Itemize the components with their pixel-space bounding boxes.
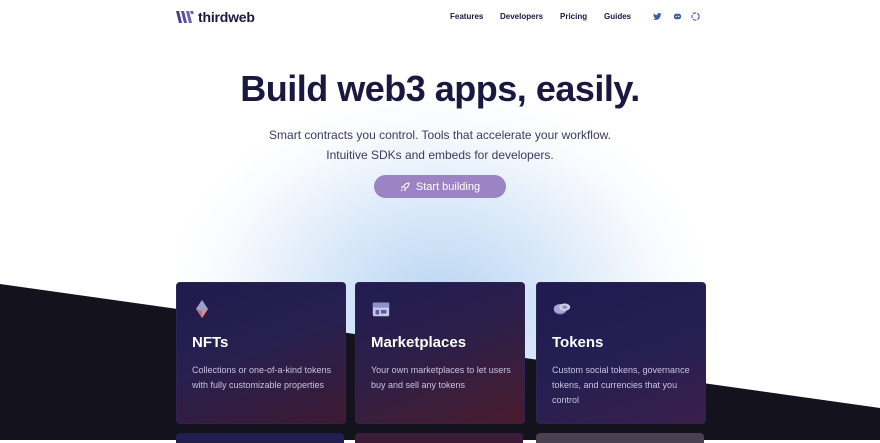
next-card-peek bbox=[536, 433, 704, 443]
hero-title: Build web3 apps, easily. bbox=[240, 68, 640, 109]
card-title: Marketplaces bbox=[371, 334, 467, 351]
nav-link-features[interactable]: Features bbox=[450, 12, 483, 21]
card-description: Collections or one-of-a-kind tokens with… bbox=[192, 365, 332, 390]
start-building-button[interactable]: Start building bbox=[374, 175, 506, 198]
nav-link-pricing[interactable]: Pricing bbox=[560, 12, 587, 21]
hero-subtitle-line-2: Intuitive SDKs and embeds for developers… bbox=[326, 148, 554, 162]
brand-logo[interactable]: thirdweb bbox=[176, 9, 255, 25]
nav-link-developers[interactable]: Developers bbox=[500, 12, 543, 21]
nft-icon bbox=[196, 300, 208, 318]
card-title: NFTs bbox=[192, 334, 229, 351]
card-description: Your own marketplaces to let users buy a… bbox=[371, 365, 511, 390]
brand-name: thirdweb bbox=[198, 9, 255, 25]
github-icon[interactable] bbox=[691, 12, 700, 21]
next-card-peek bbox=[176, 433, 344, 443]
hero-subtitle: Smart contracts you control. Tools that … bbox=[0, 125, 880, 165]
twitter-icon[interactable] bbox=[653, 12, 662, 21]
top-nav: thirdweb Features Developers Pricing Gui… bbox=[0, 0, 880, 34]
start-building-label: Start building bbox=[415, 180, 481, 193]
discord-icon[interactable] bbox=[673, 12, 682, 21]
feature-card-tokens[interactable]: Tokens Custom social tokens, governance … bbox=[536, 282, 706, 424]
tokens-icon bbox=[553, 303, 571, 315]
card-title: Tokens bbox=[552, 334, 604, 351]
feature-card-marketplaces[interactable]: Marketplaces Your own marketplaces to le… bbox=[355, 282, 525, 424]
thirdweb-logo-icon bbox=[176, 11, 194, 23]
nav-link-guides[interactable]: Guides bbox=[604, 12, 631, 21]
hero-subtitle-line-1: Smart contracts you control. Tools that … bbox=[269, 128, 611, 142]
card-description: Custom social tokens, governance tokens,… bbox=[552, 365, 690, 405]
feature-card-nfts[interactable]: NFTs Collections or one-of-a-kind tokens… bbox=[176, 282, 346, 424]
next-card-peek bbox=[355, 433, 523, 443]
rocket-icon bbox=[400, 181, 410, 191]
marketplace-icon bbox=[372, 302, 390, 317]
